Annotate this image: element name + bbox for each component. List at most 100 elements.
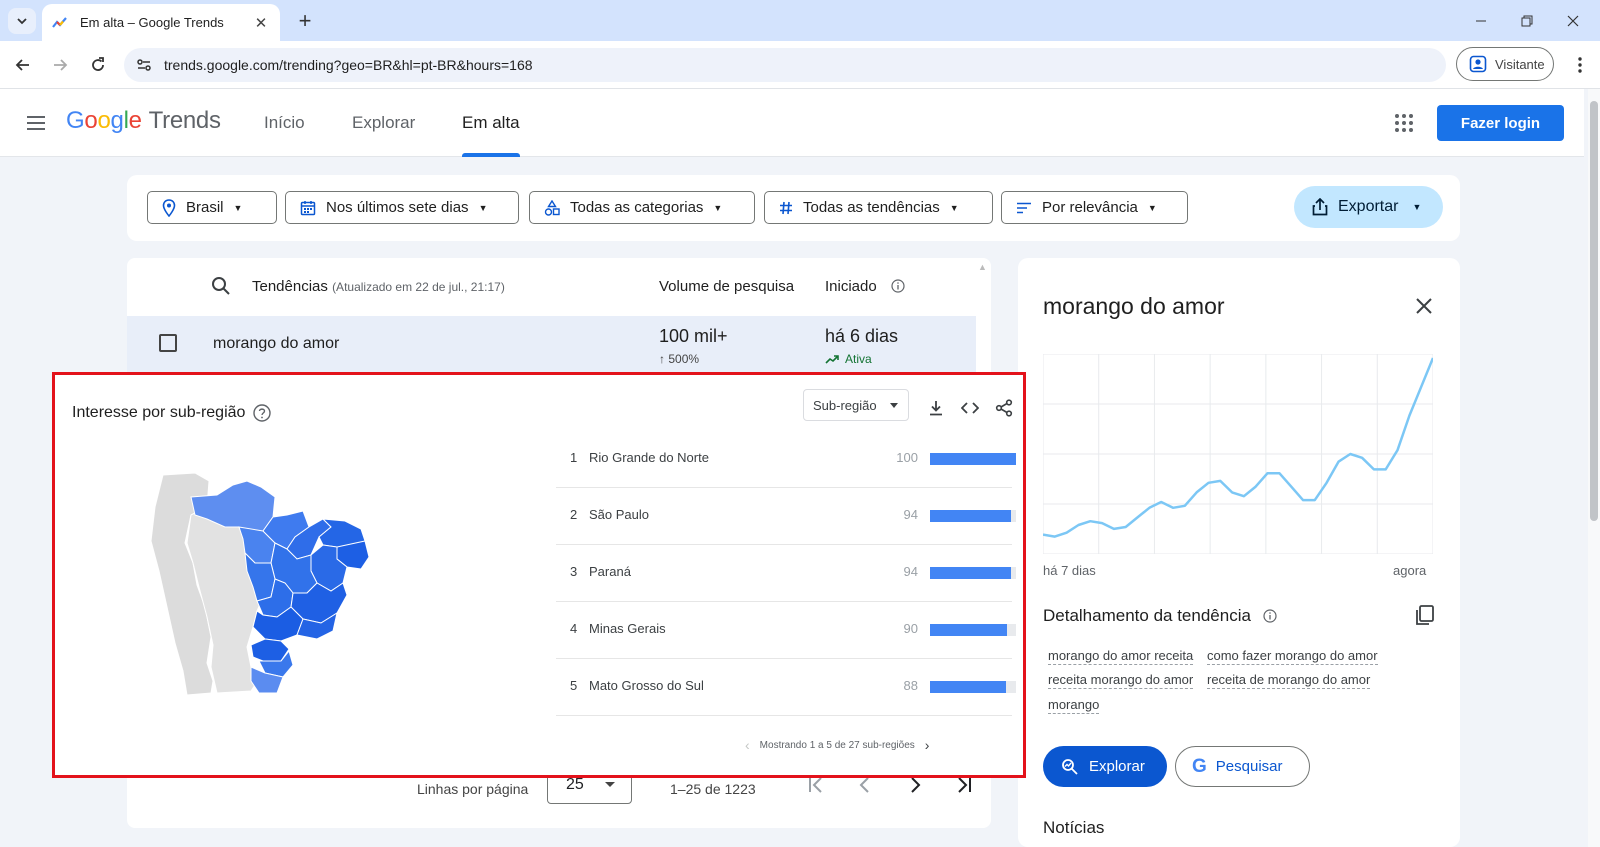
subregion-value: 94 — [903, 507, 918, 522]
nav-inicio[interactable]: Início — [264, 113, 305, 133]
subregion-rank: 3 — [570, 564, 578, 579]
subregion-bar — [930, 453, 1016, 465]
subregion-ranking-list: 1 Rio Grande do Norte 100 2 São Paulo 94 3 Para… — [556, 431, 1016, 716]
page-range: 1–25 de 1223 — [670, 781, 756, 797]
new-tab-button[interactable]: + — [292, 8, 318, 34]
site-info-icon[interactable] — [136, 57, 152, 73]
subregion-title-label: Interesse por sub-região — [72, 404, 246, 421]
close-window-button[interactable] — [1550, 6, 1596, 36]
chevron-right-icon[interactable]: › — [925, 737, 930, 753]
download-icon — [930, 401, 942, 416]
subregion-name: Paraná — [589, 564, 631, 579]
related-term[interactable]: morango — [1048, 697, 1100, 714]
trend-type-filter-label: Todas as tendências — [803, 199, 940, 216]
google-trends-logo[interactable]: Google Trends — [66, 107, 221, 135]
export-button[interactable]: Exportar ▼ — [1294, 186, 1443, 228]
subregion-rank: 1 — [570, 450, 578, 465]
caret-down-icon — [890, 403, 898, 408]
close-icon[interactable] — [1414, 296, 1434, 316]
restore-icon — [1521, 15, 1533, 27]
subregion-bar-track — [930, 624, 1016, 636]
logo-letter: G — [66, 107, 85, 134]
news-section-title: Notícias — [1043, 818, 1105, 837]
search-icon[interactable] — [211, 276, 231, 296]
rows-per-page-value: 25 — [566, 776, 584, 793]
subregion-row[interactable]: 1 Rio Grande do Norte 100 — [556, 431, 1016, 488]
chart-series-line — [1042, 357, 1435, 538]
google-search-button[interactable]: G Pesquisar — [1175, 746, 1310, 787]
google-g-icon: G — [1192, 755, 1207, 777]
google-apps-icon[interactable] — [1392, 111, 1416, 135]
caret-down-icon: ▼ — [1147, 202, 1157, 213]
volume-change-value: 500% — [668, 352, 700, 366]
logo-letter: e — [128, 107, 142, 134]
subregion-select[interactable]: Sub-região — [803, 389, 909, 421]
tab-close-icon[interactable]: ✕ — [252, 14, 270, 32]
tab-list-button[interactable] — [8, 8, 36, 34]
row-checkbox[interactable] — [159, 334, 177, 352]
page-scrollbar[interactable] — [1588, 89, 1600, 847]
share-button[interactable] — [993, 397, 1015, 419]
download-button[interactable] — [925, 397, 947, 419]
nav-em-alta[interactable]: Em alta — [462, 113, 520, 133]
trend-name[interactable]: morango do amor — [213, 335, 339, 353]
subregion-value: 88 — [903, 678, 918, 693]
person-icon — [1469, 55, 1487, 73]
subregion-title: Interesse por sub-região — [72, 404, 272, 422]
location-filter[interactable]: Brasil ▼ — [147, 191, 277, 224]
subregion-row[interactable]: 5 Mato Grosso do Sul 88 — [556, 659, 1016, 716]
hamburger-menu-icon[interactable] — [24, 111, 48, 135]
period-filter[interactable]: Nos últimos sete dias ▼ — [285, 191, 519, 224]
last-page-icon — [958, 777, 971, 793]
browser-tab[interactable]: Em alta – Google Trends ✕ — [42, 4, 280, 41]
forward-button[interactable] — [46, 51, 74, 79]
related-term[interactable]: como fazer morango do amor — [1207, 648, 1378, 665]
back-button[interactable] — [9, 51, 37, 79]
browser-tabbar: Em alta – Google Trends ✕ + — [0, 0, 1600, 41]
subregion-bar — [930, 624, 1008, 636]
related-term[interactable]: receita morango do amor — [1048, 672, 1194, 689]
subregion-row[interactable]: 4 Minas Gerais 90 — [556, 602, 1016, 659]
related-term[interactable]: morango do amor receita — [1048, 648, 1194, 665]
table-scroll-up-icon[interactable]: ▲ — [978, 262, 987, 272]
chevron-left-icon[interactable]: ‹ — [745, 737, 750, 753]
reload-icon — [92, 57, 104, 71]
col-header-trends: Tendências (Atualizado em 22 de jul., 21… — [252, 278, 505, 295]
profile-label: Visitante — [1495, 56, 1545, 72]
info-icon[interactable] — [891, 279, 905, 293]
sort-filter-label: Por relevância — [1042, 199, 1138, 216]
help-icon[interactable] — [253, 404, 272, 422]
info-icon[interactable] — [1263, 609, 1277, 623]
subregion-bar — [930, 510, 1011, 522]
browser-menu-button[interactable] — [1570, 53, 1590, 77]
address-bar[interactable]: trends.google.com/trending?geo=BR&hl=pt-… — [124, 48, 1446, 82]
breakdown-title-label: Detalhamento da tendência — [1043, 606, 1251, 625]
chevron-down-icon — [17, 18, 27, 25]
filter-bar: Brasil ▼ Nos últimos sete dias ▼ Todas a… — [127, 175, 1460, 241]
subregion-value: 90 — [903, 621, 918, 636]
category-icon — [544, 199, 560, 216]
login-button[interactable]: Fazer login — [1437, 105, 1564, 141]
copy-icon[interactable] — [1414, 604, 1436, 626]
table-row[interactable]: morango do amor 100 mil+ ↑ 500% há 6 dia… — [127, 316, 976, 378]
trend-type-filter[interactable]: Todas as tendências ▼ — [764, 191, 993, 224]
browser-toolbar: trends.google.com/trending?geo=BR&hl=pt-… — [0, 41, 1600, 89]
nav-explorar[interactable]: Explorar — [352, 113, 415, 133]
category-filter[interactable]: Todas as categorias ▼ — [529, 191, 755, 224]
embed-button[interactable] — [959, 397, 981, 419]
related-term[interactable]: receita de morango do amor — [1207, 672, 1371, 689]
restore-button[interactable] — [1504, 6, 1550, 36]
active-tab-indicator — [462, 153, 520, 157]
subregion-row[interactable]: 3 Paraná 94 — [556, 545, 1016, 602]
scrollbar-thumb[interactable] — [1590, 101, 1598, 521]
minimize-button[interactable] — [1458, 6, 1504, 36]
explore-button[interactable]: Explorar — [1043, 746, 1167, 787]
caret-down-icon: ▼ — [478, 202, 488, 213]
subregion-row[interactable]: 2 São Paulo 94 — [556, 488, 1016, 545]
profile-button[interactable]: Visitante — [1456, 47, 1554, 81]
sort-filter[interactable]: Por relevância ▼ — [1001, 191, 1188, 224]
close-icon — [1567, 15, 1579, 27]
interest-line-chart — [1042, 353, 1435, 555]
chevron-left-icon — [859, 777, 869, 793]
reload-button[interactable] — [84, 51, 112, 79]
